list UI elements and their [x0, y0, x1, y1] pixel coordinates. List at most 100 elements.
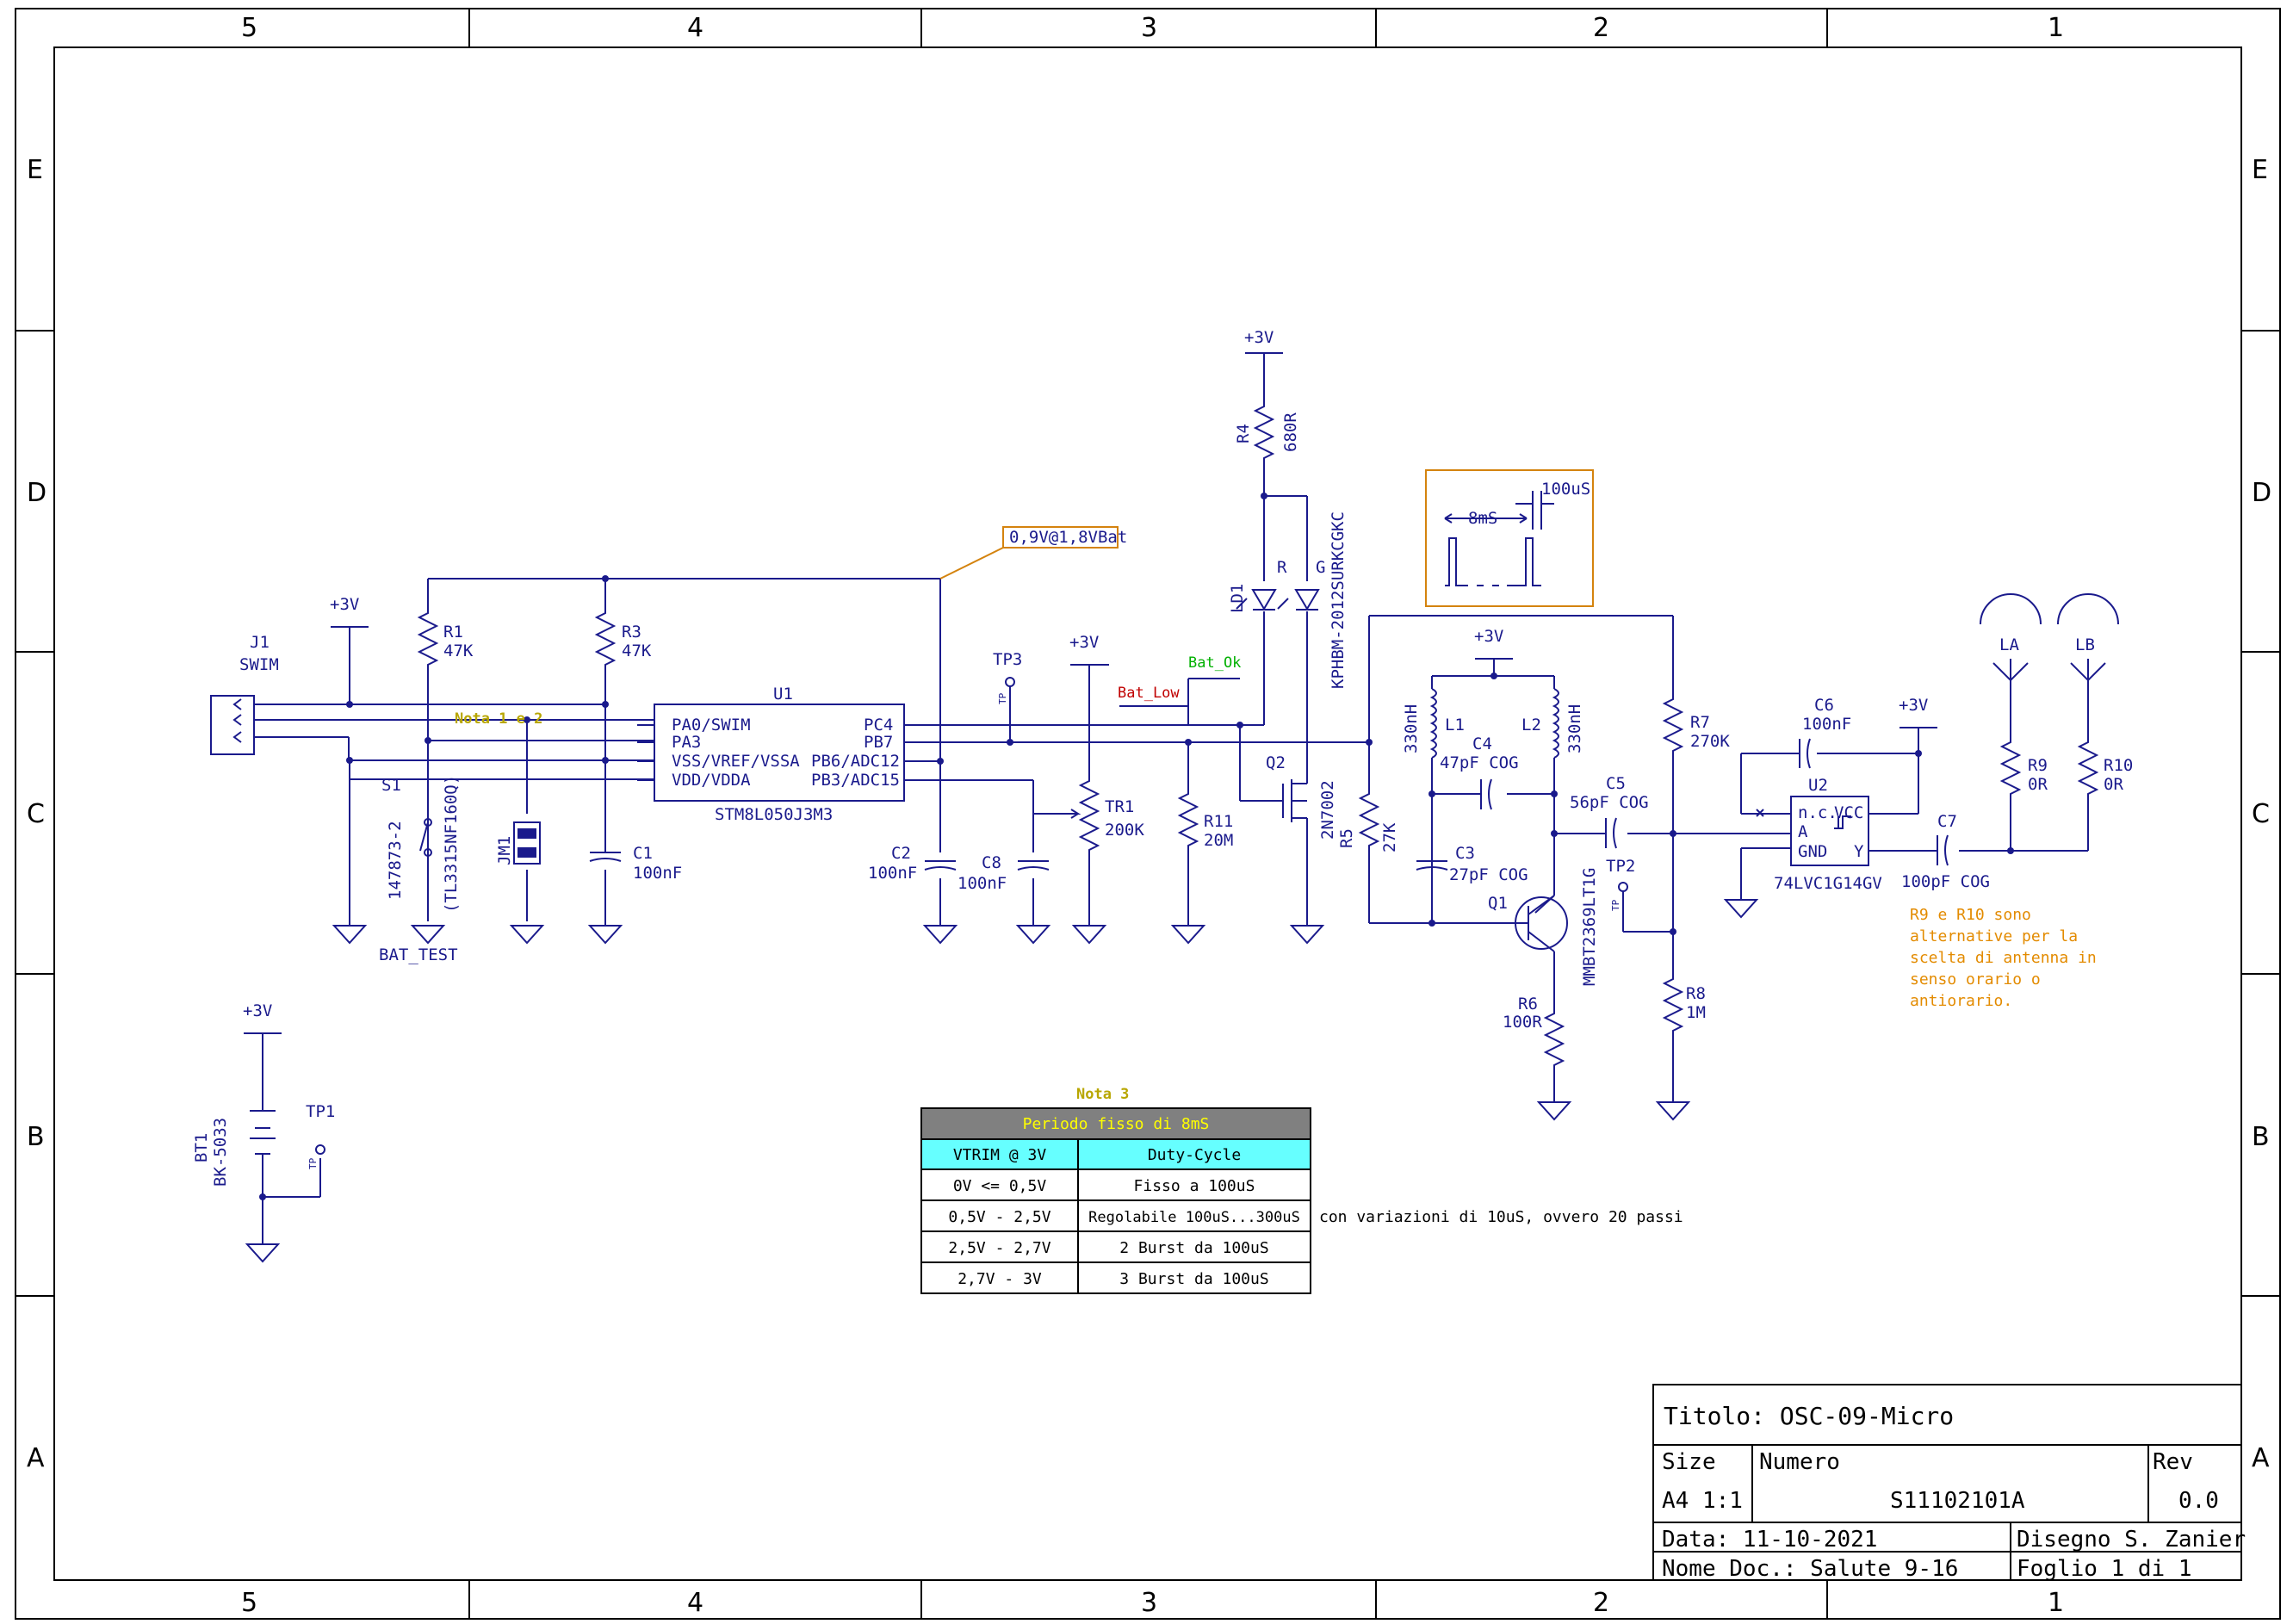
q1-value: MMBT2369LT1G	[1580, 868, 1599, 986]
u2-ref: U2	[1808, 776, 1828, 795]
r11-value: 20M	[1204, 831, 1233, 850]
c5-ref: C5	[1606, 774, 1626, 793]
l2-ref: L2	[1521, 716, 1541, 735]
q2-value: 2N7002	[1318, 780, 1337, 840]
col-label-top-5: 5	[241, 13, 257, 43]
svg-text:scelta di antenna in: scelta di antenna in	[1910, 949, 2097, 967]
title-block-docname: Nome Doc.: Salute 9-16	[1662, 1556, 1958, 1582]
table-row-3-duty: 2 Burst da 100uS	[1119, 1239, 1268, 1257]
r7-ref: R7	[1690, 713, 1710, 732]
bt1-value: BK-5033	[211, 1118, 230, 1187]
title-block-size-label: Size	[1662, 1449, 1716, 1475]
c8-value: 100nF	[957, 874, 1007, 893]
tr1-value: 200K	[1105, 821, 1144, 840]
s1-ref: S1	[381, 776, 401, 795]
vcc-label-tr1: +3V	[1069, 633, 1099, 652]
bat-low-label: Bat_Low	[1118, 685, 1180, 702]
u2-pin-y: Y	[1854, 842, 1864, 861]
u1-pin-pa3: PA3	[672, 733, 701, 752]
c3-value: 27pF COG	[1449, 865, 1528, 884]
row-label-right-a: A	[2252, 1443, 2270, 1473]
bat-test-net: BAT_TEST	[379, 945, 458, 964]
r4-value: 680R	[1281, 412, 1300, 452]
c4-ref: C4	[1472, 735, 1492, 753]
l1-value: 330nH	[1402, 704, 1421, 753]
r8-value: 1M	[1686, 1003, 1706, 1022]
row-label-left-a: A	[27, 1443, 45, 1473]
u1-pin-pb6: PB6/ADC12	[811, 752, 900, 771]
antenna-lb: LB	[2075, 635, 2095, 654]
r6-value: 100R	[1503, 1013, 1542, 1032]
antenna-la: LA	[1999, 635, 2019, 654]
table-row-2-vtrim: 0,5V - 2,5V	[948, 1208, 1050, 1226]
vcc-label-u2: +3V	[1899, 696, 1928, 715]
table-row-1-vtrim: 0V <= 0,5V	[953, 1177, 1047, 1195]
c5-value: 56pF COG	[1570, 793, 1649, 812]
junctions	[259, 493, 2014, 1200]
col-label-top-4: 4	[687, 13, 703, 43]
r5-value: 27K	[1380, 822, 1399, 852]
c2-ref: C2	[891, 844, 911, 863]
title-block-drawn: Disegno S. Zanier	[2017, 1527, 2246, 1553]
c8-ref: C8	[982, 853, 1001, 872]
mosfet-q2	[1282, 758, 1308, 831]
c7-value: 100pF COG	[1901, 872, 1990, 891]
connector-j1	[210, 695, 293, 755]
title-block-sheet: Foglio 1 di 1	[2017, 1556, 2192, 1582]
ld1-green-label: G	[1316, 558, 1325, 577]
bt1-ref: BT1	[192, 1133, 211, 1162]
l2-value: 330nH	[1565, 704, 1584, 753]
col-label-top-3: 3	[1141, 13, 1157, 43]
note-1-2: Nota 1 e 2	[455, 710, 542, 728]
r1-value: 47K	[443, 642, 474, 660]
r8-ref: R8	[1686, 984, 1706, 1003]
vcc-label-left: +3V	[330, 595, 359, 614]
title-block-rev-value: 0.0	[2178, 1488, 2219, 1514]
jm1-ref: JM1	[495, 836, 514, 865]
threshold-label: 0,9V@1,8VBat	[1009, 528, 1127, 547]
c1-value: 100nF	[633, 864, 682, 883]
row-label-left-b: B	[27, 1122, 45, 1152]
tp2-label: TP2	[1606, 857, 1635, 876]
col-label-bottom-2: 2	[1593, 1588, 1609, 1618]
r4-ref: R4	[1234, 424, 1253, 443]
u2-pin-a: A	[1798, 822, 1808, 841]
title-block-size-value: A4 1:1	[1662, 1488, 1743, 1514]
ld1-value: KPHBM-2012SURKCGKC	[1329, 511, 1348, 689]
table-row-1-duty: Fisso a 100uS	[1134, 1177, 1255, 1195]
col-label-top-1: 1	[2048, 13, 2064, 43]
battery-bt1	[250, 1110, 276, 1155]
wave-pulse: 100uS	[1541, 480, 1590, 499]
r6-ref: R6	[1518, 995, 1538, 1013]
c4-value: 47pF COG	[1440, 753, 1519, 772]
note-3: Nota 3	[1076, 1086, 1129, 1103]
table-side-note: con variazioni di 10uS, ovvero 20 passi	[1319, 1208, 1683, 1226]
u2-pin-nc: n.c.	[1798, 803, 1837, 822]
table-title: Periodo fisso di 8mS	[1023, 1115, 1210, 1133]
ld1-red-label: R	[1277, 558, 1287, 577]
row-label-right-e: E	[2252, 155, 2268, 185]
vcc-label-r4: +3V	[1244, 328, 1274, 347]
col-label-bottom-3: 3	[1141, 1588, 1157, 1618]
r9-ref: R9	[2028, 756, 2048, 775]
table-row-4-vtrim: 2,7V - 3V	[957, 1270, 1042, 1288]
duty-cycle-table	[920, 1107, 1311, 1294]
title-block-rev-label: Rev	[2153, 1449, 2193, 1475]
table-header-vtrim: VTRIM @ 3V	[953, 1146, 1047, 1164]
ld1-ref: LD1	[1228, 584, 1247, 613]
vcc-label-osc: +3V	[1474, 627, 1503, 646]
row-label-right-c: C	[2252, 799, 2270, 829]
vcc-label-battery: +3V	[243, 1001, 272, 1020]
u1-pin-vdd: VDD/VDDA	[672, 771, 751, 790]
table-header-duty: Duty-Cycle	[1148, 1146, 1241, 1164]
antenna-note: R9 e R10 sono alternative per la scelta …	[1910, 906, 2097, 1010]
c1-ref: C1	[633, 844, 653, 863]
svg-text:alternative per la: alternative per la	[1910, 927, 2078, 945]
j1-value: SWIM	[239, 655, 279, 674]
u1-pin-pa0: PA0/SWIM	[672, 716, 751, 735]
transistor-q1	[1515, 895, 1568, 952]
col-label-bottom-5: 5	[241, 1588, 257, 1618]
row-label-right-d: D	[2252, 478, 2271, 508]
title-block-date: Data: 11-10-2021	[1662, 1527, 1877, 1553]
tp3-pin: TP	[997, 692, 1008, 704]
